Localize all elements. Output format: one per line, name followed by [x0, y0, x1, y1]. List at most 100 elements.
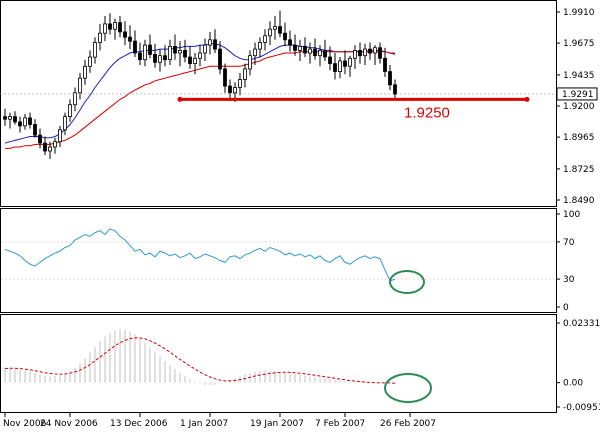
time-axis-label: 7 Feb 2007: [315, 419, 365, 429]
candle-body: [53, 141, 57, 148]
candle-body: [388, 71, 392, 86]
candle-body: [208, 39, 212, 46]
candle-body: [43, 142, 47, 152]
candle-body: [333, 63, 337, 72]
candle-body: [133, 40, 137, 54]
candle-body: [298, 46, 302, 51]
candle-body: [368, 48, 372, 54]
candle-body: [363, 48, 367, 57]
candle-body: [218, 48, 222, 70]
candle-body: [108, 23, 112, 30]
candle-body: [148, 44, 152, 55]
candle-body: [48, 146, 52, 152]
candle-body: [338, 60, 342, 73]
candle-body: [153, 54, 157, 63]
candle-body: [63, 116, 67, 131]
trading-chart: 1.9250 1.9910 1.9675 1.9435 1.9200 1.8965 1.8…: [0, 0, 600, 433]
candle-body: [178, 50, 182, 54]
time-axis-label: 13 Dec 2006: [110, 419, 168, 429]
candle-body: [323, 50, 327, 58]
candle-body: [23, 117, 27, 127]
time-axis-label: 1 Jan 2007: [180, 419, 228, 429]
price-axis-label: 1.9435: [563, 71, 595, 81]
candle-body: [168, 46, 172, 61]
candle-body: [353, 50, 357, 59]
candle-body: [383, 57, 387, 72]
price-axis-label: 1.9910: [563, 8, 595, 18]
candle-body: [238, 79, 242, 88]
time-axis-label: 19 Jan 2007: [250, 419, 304, 429]
candle-body: [18, 121, 22, 127]
candle-body: [38, 134, 42, 144]
oscillator-axis-label: 100: [563, 210, 580, 220]
candle-body: [198, 52, 202, 59]
support-line-left-dot: [177, 96, 183, 102]
candle-body: [98, 32, 102, 43]
support-line-right-dot: [524, 96, 530, 102]
price-axis-label: 1.8965: [563, 133, 595, 143]
candle-body: [278, 26, 282, 34]
candle-body: [78, 77, 82, 94]
candle-body: [303, 46, 307, 54]
candle-body: [273, 26, 277, 30]
candle-body: [13, 116, 17, 123]
candle-body: [263, 35, 267, 43]
candle-body: [58, 129, 62, 143]
candle-body: [378, 47, 382, 59]
candle-body: [328, 56, 332, 64]
candle-body: [233, 87, 237, 94]
candle-body: [28, 117, 32, 125]
candle-body: [288, 39, 292, 46]
candle-body: [343, 60, 347, 67]
candle-body: [103, 23, 107, 34]
candle-body: [73, 92, 77, 106]
candle-body: [213, 39, 217, 50]
price-axis-label: 1.8725: [563, 165, 595, 175]
candle-body: [123, 31, 127, 38]
candle-body: [193, 57, 197, 64]
price-axis-label: 1.9675: [563, 39, 595, 49]
candle-body: [248, 55, 252, 70]
candle-body: [173, 46, 177, 54]
histogram-axis-label: -0.00951: [563, 403, 600, 413]
histogram-axis-label: 0.00: [563, 379, 583, 389]
candle-body: [113, 22, 117, 30]
candle-body: [158, 55, 162, 63]
candle-body: [223, 68, 227, 87]
candle-body: [83, 65, 87, 79]
candle-body: [348, 57, 352, 67]
histogram-axis-label: 0.02331: [563, 319, 600, 329]
candle-body: [253, 48, 257, 57]
candle-body: [318, 50, 322, 57]
price-axis-label: 1.8490: [563, 196, 595, 206]
candle-body: [258, 42, 262, 50]
time-axis-label: 26 Feb 2007: [380, 419, 436, 429]
candle-body: [183, 50, 187, 58]
candle-body: [128, 36, 132, 42]
candle-body: [68, 104, 72, 117]
candle-body: [138, 52, 142, 60]
candle-body: [188, 56, 192, 64]
candle-body: [268, 28, 272, 37]
candle-body: [313, 48, 317, 57]
current-price-label: 1.9291: [562, 90, 594, 100]
candle-body: [358, 50, 362, 57]
candle-body: [93, 42, 97, 58]
candle-body: [163, 55, 167, 61]
candle-body: [88, 56, 92, 67]
time-axis-label: 24 Nov 2006: [40, 419, 98, 429]
candle-body: [393, 84, 397, 95]
candle-body: [118, 22, 122, 33]
candle-body: [308, 48, 312, 54]
support-level-label: 1.9250: [404, 104, 450, 121]
candle-body: [373, 47, 377, 54]
oscillator-axis-label: 30: [563, 275, 575, 285]
candle-body: [203, 44, 207, 54]
candle-body: [243, 68, 247, 80]
candle-body: [293, 44, 297, 51]
candle-body: [283, 32, 287, 41]
candle-body: [8, 116, 12, 120]
candle-body: [33, 124, 37, 136]
oscillator-axis-label: 70: [563, 238, 575, 248]
candle-body: [228, 85, 232, 94]
